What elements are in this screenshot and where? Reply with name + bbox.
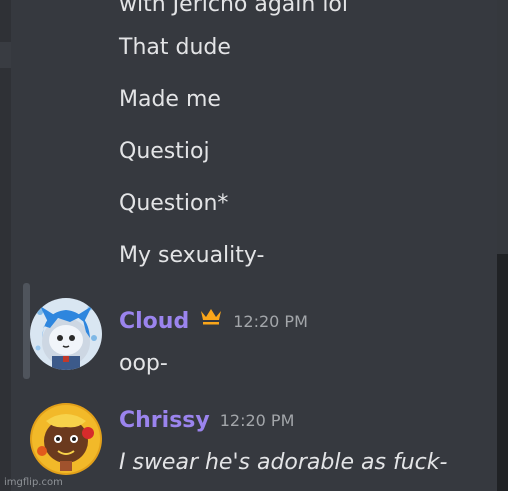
message-line: Question* bbox=[119, 191, 229, 216]
sidebar-edge-mark bbox=[0, 42, 11, 68]
message-line: with Jericho again lol bbox=[119, 0, 349, 17]
timestamp: 12:20 PM bbox=[219, 411, 295, 430]
avatar-chrissy-image bbox=[30, 403, 102, 475]
timestamp: 12:20 PM bbox=[233, 312, 308, 331]
scrollbar-thumb[interactable] bbox=[497, 254, 508, 491]
username-cloud[interactable]: Cloud bbox=[119, 309, 189, 335]
message-line: My sexuality- bbox=[119, 243, 265, 268]
channel-sidebar-edge bbox=[0, 0, 11, 491]
crown-icon bbox=[199, 307, 223, 329]
message-text-cloud: oop- bbox=[119, 351, 168, 376]
message-text-chrissy: I swear he's adorable as fuck- bbox=[119, 450, 448, 475]
avatar-cloud-image bbox=[30, 298, 102, 370]
username-chrissy[interactable]: Chrissy bbox=[119, 408, 210, 434]
message-line: Questioj bbox=[119, 139, 210, 164]
message-hover-indicator bbox=[23, 283, 30, 379]
avatar-chrissy[interactable] bbox=[30, 403, 102, 475]
message-header-cloud: Cloud 12:20 PM bbox=[119, 309, 308, 335]
message-line: That dude bbox=[119, 35, 231, 60]
message-header-chrissy: Chrissy 12:20 PM bbox=[119, 408, 294, 434]
scrollbar-track[interactable] bbox=[497, 0, 508, 491]
avatar-cloud[interactable] bbox=[30, 298, 102, 370]
watermark: imgflip.com bbox=[4, 477, 63, 488]
message-line: Made me bbox=[119, 87, 221, 112]
